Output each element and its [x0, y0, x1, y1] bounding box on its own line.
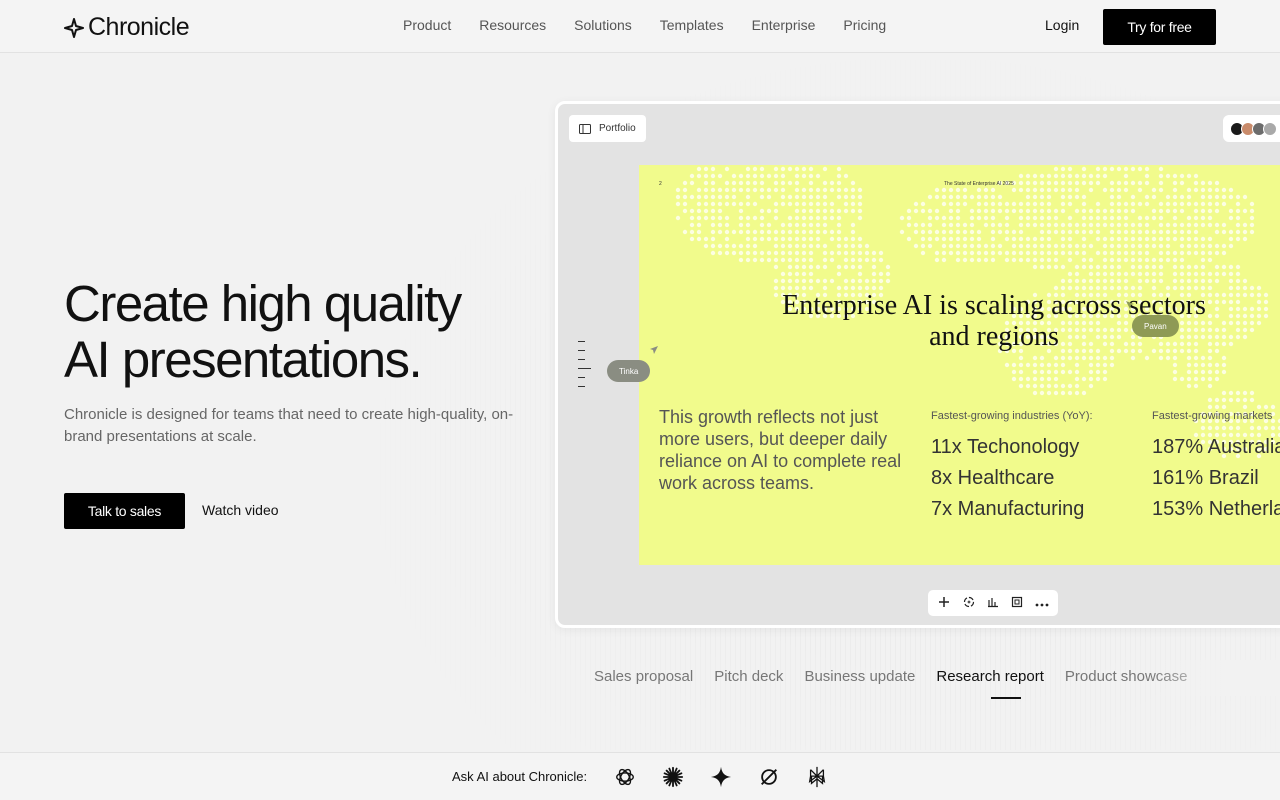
talk-to-sales-button[interactable]: Talk to sales [64, 493, 185, 529]
stat-row: 11x Techonology [931, 436, 1080, 458]
plus-icon[interactable] [935, 596, 953, 611]
stat-row: 153% Netherlands [1152, 498, 1280, 520]
menu-item-solutions[interactable]: Solutions [574, 17, 632, 33]
slide-toolbar [928, 590, 1058, 616]
avatar [1263, 121, 1277, 136]
brand-name: Chronicle [88, 13, 190, 41]
claude-icon[interactable] [661, 765, 685, 789]
menu-item-templates[interactable]: Templates [660, 17, 724, 33]
top-nav: Chronicle Product Resources Solutions Te… [0, 0, 1280, 53]
stat-row: 8x Healthcare [931, 467, 1055, 489]
document-name: Portfolio [599, 123, 636, 134]
more-icon[interactable] [1033, 596, 1051, 610]
document-chip[interactable]: Portfolio [569, 115, 646, 142]
tabs-fade-overlay [1150, 660, 1280, 696]
ai-provider-list [613, 765, 829, 789]
slide-page-number: 2 [659, 181, 662, 187]
main-menu: Product Resources Solutions Templates En… [403, 17, 886, 33]
sidebar-toggle-icon [579, 123, 591, 134]
stats-heading: Fastest-growing markets [1152, 410, 1273, 422]
try-for-free-button[interactable]: Try for free [1103, 9, 1216, 45]
grok-icon[interactable] [757, 765, 781, 789]
stats-markets: Fastest-growing markets 187% Australia 1… [1152, 410, 1280, 525]
hero-title-line1: Create high quality [64, 275, 462, 332]
menu-item-pricing[interactable]: Pricing [843, 17, 886, 33]
tab-pitch-deck[interactable]: Pitch deck [714, 668, 783, 685]
tab-business-update[interactable]: Business update [804, 668, 915, 685]
editor-preview: Portfolio 2 The State of Enterprise AI 2… [555, 101, 1280, 628]
slide-body-text: This growth reflects not just more users… [659, 407, 902, 493]
hero-title: Create high quality AI presentations. [64, 276, 534, 388]
collaborator-avatars[interactable] [1223, 115, 1280, 142]
collaborator-cursor-tinka: Tinka [607, 360, 651, 382]
chart-icon[interactable] [984, 596, 1002, 611]
stats-heading: Fastest-growing industries (YoY): [931, 410, 1093, 422]
openai-icon[interactable] [613, 765, 637, 789]
slide-header: The State of Enterprise AI 2025 [944, 181, 1014, 187]
sparkle-refresh-icon[interactable] [960, 596, 978, 611]
gemini-icon[interactable] [709, 765, 733, 789]
tab-sales-proposal[interactable]: Sales proposal [594, 668, 693, 685]
menu-item-product[interactable]: Product [403, 17, 451, 33]
slide-canvas[interactable]: 2 The State of Enterprise AI 2025 Enterp… [639, 165, 1280, 565]
login-link[interactable]: Login [1045, 17, 1079, 33]
sparkle-logo-icon [64, 17, 84, 38]
menu-item-resources[interactable]: Resources [479, 17, 546, 33]
watch-video-link[interactable]: Watch video [202, 502, 279, 518]
stat-row: 187% Australia [1152, 436, 1280, 458]
ask-ai-bar: Ask AI about Chronicle: [0, 752, 1280, 800]
cursor-arrow-icon [1126, 301, 1134, 309]
slide-outline[interactable] [578, 341, 591, 395]
hero-title-line2: AI presentations. [64, 331, 423, 388]
collaborator-cursor-pavan: Pavan [1132, 315, 1179, 337]
template-tabs: Sales proposal Pitch deck Business updat… [594, 668, 1188, 685]
perplexity-icon[interactable] [805, 765, 829, 789]
stat-row: 7x Manufacturing [931, 498, 1085, 520]
stat-row: 161% Brazil [1152, 467, 1259, 489]
brand-logo[interactable]: Chronicle [64, 13, 190, 42]
stats-industries: Fastest-growing industries (YoY): 11x Te… [931, 410, 1161, 525]
hero-subtitle: Chronicle is designed for teams that nee… [64, 406, 514, 445]
active-tab-indicator [991, 697, 1021, 699]
menu-item-enterprise[interactable]: Enterprise [752, 17, 816, 33]
cursor-arrow-icon [650, 346, 658, 354]
frame-icon[interactable] [1008, 596, 1026, 611]
tab-research-report[interactable]: Research report [936, 668, 1044, 685]
ask-ai-label: Ask AI about Chronicle: [452, 769, 588, 784]
